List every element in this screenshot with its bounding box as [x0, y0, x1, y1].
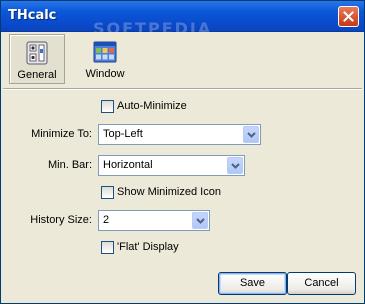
min-bar-dropdown[interactable]: Horizontal [98, 155, 245, 176]
tab-general[interactable]: General [9, 34, 65, 84]
tab-window-label: Window [85, 68, 125, 80]
min-bar-dropdown-button[interactable] [227, 157, 243, 174]
settings-dialog: THcalc SOFTPEDIA General Window Auto-Min… [0, 0, 365, 304]
close-icon [343, 11, 354, 22]
tab-general-label: General [17, 69, 57, 81]
auto-minimize-checkbox[interactable] [101, 100, 114, 113]
settings-tab-toolbar: General Window [1, 32, 364, 86]
toolbar-divider [3, 88, 362, 90]
chevron-down-icon [247, 132, 256, 138]
minimize-to-value: Top-Left [103, 128, 143, 140]
chevron-down-icon [196, 218, 205, 224]
show-minimized-icon-checkbox[interactable] [101, 186, 114, 199]
window-settings-icon [93, 41, 117, 63]
close-button[interactable] [338, 6, 359, 27]
history-size-value: 2 [103, 214, 110, 226]
history-size-dropdown[interactable]: 2 [98, 210, 210, 231]
window-title: THcalc [8, 8, 57, 23]
title-bar[interactable]: THcalc SOFTPEDIA [1, 1, 364, 38]
minimize-to-dropdown[interactable]: Top-Left [98, 124, 261, 145]
cancel-button[interactable]: Cancel [287, 272, 356, 295]
flat-display-checkbox[interactable] [101, 241, 114, 254]
chevron-down-icon [231, 163, 240, 169]
auto-minimize-label[interactable]: Auto-Minimize [117, 100, 187, 112]
min-bar-label: Min. Bar: [47, 159, 92, 171]
history-size-label: History Size: [30, 214, 92, 226]
minimize-to-dropdown-button[interactable] [243, 126, 259, 143]
show-minimized-icon-label[interactable]: Show Minimized Icon [117, 186, 221, 198]
save-button[interactable]: Save [218, 272, 287, 295]
tab-window[interactable]: Window [77, 34, 133, 84]
history-size-dropdown-button[interactable] [192, 212, 208, 229]
general-settings-icon [26, 41, 48, 65]
flat-display-label[interactable]: 'Flat' Display [117, 241, 179, 253]
minimize-to-label: Minimize To: [31, 128, 92, 140]
min-bar-value: Horizontal [103, 159, 153, 171]
